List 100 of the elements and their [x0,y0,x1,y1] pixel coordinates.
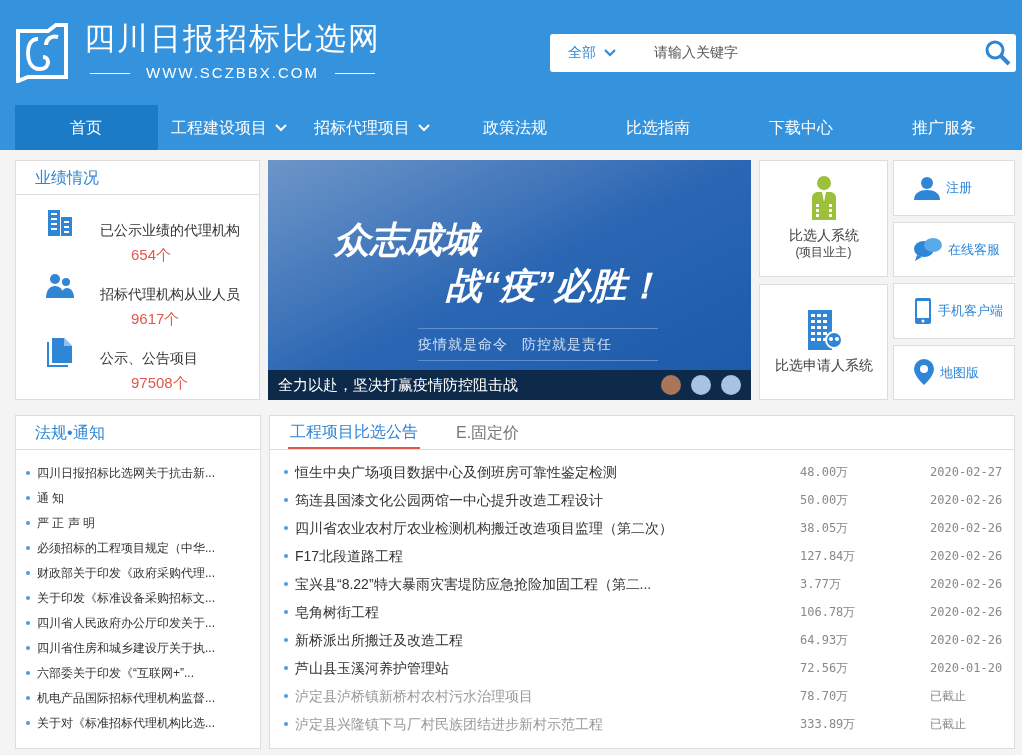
notice-link[interactable]: 财政部关于印发《政府采购代理... [37,563,215,582]
bullet-icon [26,520,30,525]
project-amount: 64.93万 [800,632,850,649]
bullet-icon [284,666,288,670]
banner-headline: 众志成城 [334,218,751,262]
tab[interactable]: E.固定价 [454,416,522,449]
bullet-icon [26,670,30,675]
stat-value: 654个 [131,245,173,265]
banner-headline: 战“疫”必胜！ [446,264,664,308]
bullet-icon [26,620,30,625]
system-entry-button[interactable]: 比选申请人系统 [759,283,888,400]
service-link[interactable]: 手机客户端 [893,283,1015,339]
announcement-row[interactable]: 泸定县泸桥镇新桥村农村污水治理项目 78.70万 已截止 [270,682,1014,710]
service-link[interactable]: 地图版 [893,344,1015,400]
site-title: 四川日报招标比选网 [84,20,381,59]
bullet-icon [284,554,288,558]
notice-link[interactable]: 关于对《标准招标代理机构比选... [37,713,215,732]
logo-icon [14,22,70,83]
announcement-row[interactable]: 筠连县国漆文化公园两馆一中心提升改造工程设计 50.00万 2020-02-26 [270,486,1014,514]
user-icon [914,175,940,200]
project-amount: 50.00万 [800,492,850,509]
search-field[interactable]: 全部 请输入关键字 [550,33,1016,72]
service-link[interactable]: 注册 [893,160,1015,216]
project-title: 四川省农业农村厅农业检测机构搬迁改造项目监理（第二次） [295,518,674,538]
chevron-down-icon [604,48,616,57]
project-title: 泸定县泸桥镇新桥村农村污水治理项目 [295,686,534,706]
project-amount: 38.05万 [800,520,850,537]
bullet-icon [284,526,288,530]
announcement-row[interactable]: 新桥派出所搬迁及改造工程 64.93万 2020-02-26 [270,626,1014,654]
project-title: 芦山县玉溪河养护管理站 [295,658,450,678]
project-date: 2020-02-26 [930,520,1003,537]
project-date: 2020-02-26 [930,576,1003,593]
document-icon [47,337,73,367]
bullet-icon [26,720,30,725]
project-date: 2020-02-27 [930,464,1003,481]
bullet-icon [284,582,288,586]
bullet-icon [284,694,288,698]
project-date: 2020-02-26 [930,632,1003,649]
project-date: 2020-02-26 [930,604,1003,621]
project-amount: 127.84万 [800,548,857,565]
bullet-icon [26,570,30,575]
announcement-row[interactable]: 四川省农业农村厅农业检测机构搬迁改造项目监理（第二次） 38.05万 2020-02-26 [270,514,1014,542]
banner-caption: 全力以赴，坚决打赢疫情防控阻击战 [278,374,519,395]
notice-link[interactable]: 必须招标的工程项目规定（中华... [37,538,215,557]
bullet-icon [26,595,30,600]
notice-link[interactable]: 通 知 [37,488,65,507]
project-title: F17北段道路工程 [295,546,405,566]
bullet-icon [26,695,30,700]
bullet-icon [26,495,30,500]
bullet-icon [284,722,288,726]
bullet-icon [284,470,288,474]
project-title: 新桥派出所搬迁及改造工程 [295,630,464,650]
system-entry-button[interactable]: 比选人系统 (项目业主) [759,160,888,277]
notice-link[interactable]: 四川省住房和城乡建设厅关于执... [37,638,215,657]
bullet-icon [284,498,288,502]
map-pin-icon [914,359,934,386]
project-date: 2020-02-26 [930,492,1003,509]
project-date: 已截止 [930,716,966,733]
notice-link[interactable]: 四川省人民政府办公厅印发关于... [37,613,215,632]
phone-icon [914,296,932,325]
notice-link[interactable]: 机电产品国际招标代理机构监督... [37,688,215,707]
project-title: 筠连县国漆文化公园两馆一中心提升改造工程设计 [295,490,604,510]
stat-value: 97508个 [131,373,189,393]
notice-link[interactable]: 四川日报招标比选网关于抗击新... [37,463,215,482]
announcement-row[interactable]: 宝兴县“8.22”特大暴雨灾害堤防应急抢险加固工程（第二... 3.77万 2020-02-26 [270,570,1014,598]
office-building-icon [805,309,842,350]
project-amount: 78.70万 [800,688,850,705]
banner-slogan: 防控就是责任 [522,335,613,354]
scope-dropdown[interactable]: 全部 [550,42,640,63]
service-link[interactable]: 在线客服 [893,221,1015,277]
site-url: WWW.SCZBBX.COM [146,63,319,84]
bullet-icon [26,470,30,475]
announcement-row[interactable]: 芦山县玉溪河养护管理站 72.56万 2020-01-20 [270,654,1014,682]
notice-link[interactable]: 关于印发《标准设备采购招标文... [37,588,215,607]
banner[interactable]: 众志成城 战“疫”必胜！ 疫情就是命令 防控就是责任 全力以赴，坚决打赢疫情防控阻击战 [268,160,751,400]
project-title: 恒生中央广场项目数据中心及倒班房可靠性鉴定检测 [295,462,618,482]
tab[interactable]: 工程项目比选公告 [288,416,420,449]
stat-value: 9617个 [131,309,181,329]
notice-link[interactable]: 严 正 声 明 [37,513,95,532]
announcement-row[interactable]: 泸定县兴隆镇下马厂村民族团结进步新村示范工程 333.89万 已截止 [270,710,1014,738]
panel-title: 法规•通知 [16,416,260,450]
chat-bubbles-icon [914,237,942,262]
project-date: 已截止 [930,688,966,705]
bullet-icon [284,638,288,642]
bullet-icon [26,545,30,550]
project-date: 2020-01-20 [930,660,1003,677]
stat-label: 已公示业绩的代理机构 [100,221,240,239]
stat-label: 招标代理机构从业人员 [100,285,240,303]
nav-tab[interactable]: 首页 [15,105,158,150]
project-amount: 333.89万 [800,716,857,733]
notice-link[interactable]: 六部委关于印发《“互联网+”... [37,663,194,682]
search-icon [985,39,1011,66]
announcement-row[interactable]: 皂角树街工程 106.78万 2020-02-26 [270,598,1014,626]
announcement-row[interactable]: 恒生中央广场项目数据中心及倒班房可靠性鉴定检测 48.00万 2020-02-27 [270,458,1014,486]
people-icon [46,273,74,299]
bullet-icon [26,645,30,650]
project-date: 2020-02-26 [930,548,1003,565]
project-title: 泸定县兴隆镇下马厂村民族团结进步新村示范工程 [295,714,604,734]
project-amount: 72.56万 [800,660,850,677]
announcement-row[interactable]: F17北段道路工程 127.84万 2020-02-26 [270,542,1014,570]
